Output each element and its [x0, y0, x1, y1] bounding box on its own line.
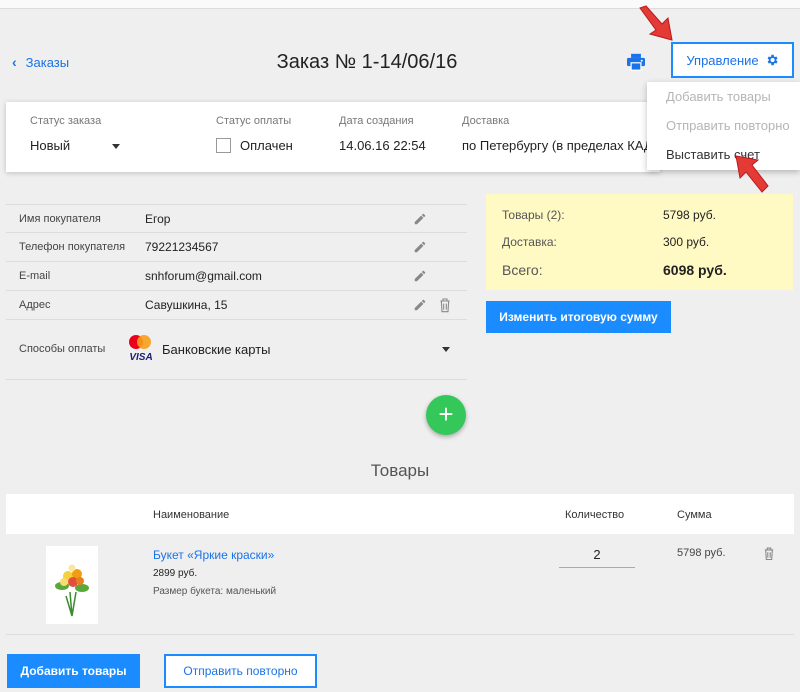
customer-row-name: Имя покупателя Егор — [6, 204, 467, 233]
summary-delivery-value: 300 руб. — [663, 235, 710, 249]
manage-menu: Добавить товары Отправить повторно Выста… — [647, 82, 800, 170]
quantity-input[interactable]: 2 — [559, 544, 635, 568]
add-field-button[interactable]: + — [426, 395, 466, 435]
add-goods-button[interactable]: Добавить товары — [7, 654, 140, 688]
summary-goods-value: 5798 руб. — [663, 208, 716, 222]
customer-email-value: snhforum@gmail.com — [145, 269, 262, 283]
goods-table-header: Наименование Количество Сумма — [6, 494, 794, 534]
payment-methods-label: Способы оплаты — [19, 343, 106, 355]
column-header-sum: Сумма — [677, 509, 712, 521]
top-bar — [0, 0, 800, 8]
customer-name-value: Егор — [145, 212, 171, 226]
customer-phone-value: 79221234567 — [145, 240, 219, 254]
pencil-icon[interactable] — [413, 269, 427, 283]
card-logo-icon: VISA — [129, 335, 153, 362]
goods-section-title: Товары — [370, 461, 430, 480]
order-status-card: Статус заказа Новый Статус оплаты Оплаче… — [6, 102, 660, 172]
summary-total-label: Всего: — [502, 262, 543, 278]
product-name-link[interactable]: Букет «Яркие краски» — [153, 548, 274, 562]
created-date-label: Дата создания — [339, 115, 414, 127]
customer-address-value: Савушкина, 15 — [145, 298, 228, 312]
chevron-down-icon[interactable] — [112, 144, 120, 149]
menu-item-add-goods[interactable]: Добавить товары — [647, 82, 800, 111]
product-size: Размер букета: маленький — [153, 586, 277, 597]
payment-status-label: Статус оплаты — [216, 115, 292, 127]
customer-phone-label: Телефон покупателя — [19, 241, 126, 253]
menu-item-resend[interactable]: Отправить повторно — [647, 111, 800, 140]
page-title: Заказ № 1-14/06/16 — [276, 51, 458, 73]
gear-icon — [767, 54, 778, 66]
change-total-button[interactable]: Изменить итоговую сумму — [486, 301, 671, 333]
summary-delivery-label: Доставка: — [502, 235, 557, 249]
top-divider — [0, 8, 800, 9]
resend-button[interactable]: Отправить повторно — [164, 654, 317, 688]
customer-row-phone: Телефон покупателя 79221234567 — [6, 233, 467, 262]
menu-item-invoice[interactable]: Выставить счет — [647, 140, 800, 169]
pencil-icon[interactable] — [413, 298, 427, 312]
svg-text:VISA: VISA — [129, 352, 152, 362]
product-price: 2899 руб. — [153, 568, 198, 579]
print-icon[interactable] — [626, 53, 646, 71]
manage-label: Управление — [686, 52, 759, 68]
delivery-value: по Петербургу (в пределах КАД) — [462, 138, 658, 153]
customer-address-label: Адрес — [19, 299, 51, 311]
payment-methods-value: Банковские карты — [162, 342, 271, 357]
product-image — [46, 546, 98, 624]
trash-icon[interactable] — [763, 546, 775, 561]
summary-goods-label: Товары (2): — [502, 208, 565, 222]
customer-email-label: E-mail — [19, 270, 51, 282]
delivery-label: Доставка — [462, 115, 510, 127]
column-header-name: Наименование — [153, 509, 230, 521]
chevron-down-icon[interactable] — [442, 347, 450, 352]
manage-button[interactable]: Управление — [671, 42, 794, 78]
paid-checkbox-label: Оплачен — [240, 138, 293, 153]
arrow-annotation-icon — [639, 5, 673, 41]
column-header-quantity: Количество — [565, 509, 625, 521]
plus-icon: + — [438, 399, 454, 429]
pencil-icon[interactable] — [413, 212, 427, 226]
customer-row-address: Адрес Савушкина, 15 — [6, 291, 467, 320]
created-date-value: 14.06.16 22:54 — [339, 138, 426, 153]
trash-icon[interactable] — [438, 297, 452, 313]
customer-name-label: Имя покупателя — [19, 213, 101, 225]
order-summary: Товары (2): 5798 руб. Доставка: 300 руб.… — [486, 194, 793, 290]
summary-total-value: 6098 руб. — [663, 262, 727, 278]
order-status-label: Статус заказа — [30, 115, 102, 127]
customer-info: Имя покупателя Егор Телефон покупателя 7… — [6, 204, 467, 380]
paid-checkbox[interactable] — [216, 138, 231, 153]
arrow-annotation-icon — [735, 155, 769, 193]
product-sum: 5798 руб. — [677, 547, 726, 559]
customer-row-email: E-mail snhforum@gmail.com — [6, 262, 467, 291]
order-status-select[interactable]: Новый — [30, 138, 70, 153]
pencil-icon[interactable] — [413, 240, 427, 254]
table-row: Букет «Яркие краски» 2899 руб. Размер бу… — [6, 535, 794, 635]
payment-methods-row[interactable]: Способы оплаты VISA Банковские карты — [6, 320, 467, 380]
